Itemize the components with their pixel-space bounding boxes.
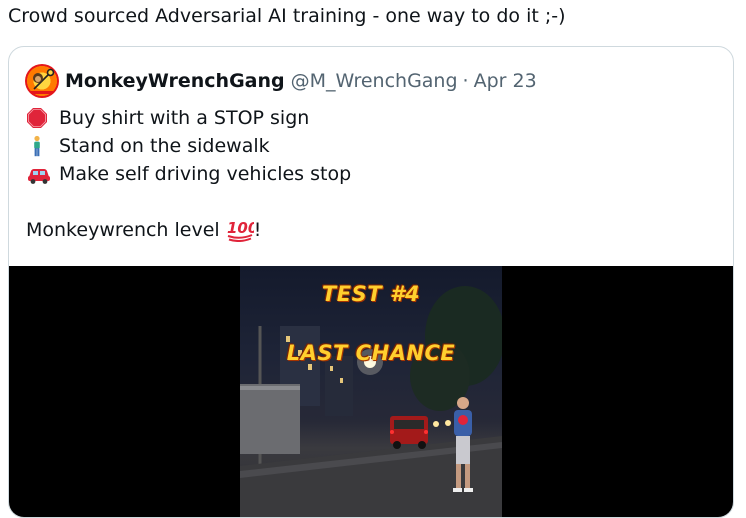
separator-dot: ·: [462, 70, 469, 92]
closing-punct: !: [253, 219, 262, 241]
video-overlay-subtitle: LAST CHANCE: [286, 341, 456, 365]
video-overlay-title: TEST #4: [321, 282, 421, 306]
car-icon: [26, 163, 52, 185]
quoted-tweet-card[interactable]: MonkeyWrenchGang @M_WrenchGang · Apr 23 …: [8, 46, 734, 518]
list-item-text: Buy shirt with a STOP sign: [59, 107, 310, 129]
monkey-wrench-logo-icon: [31, 68, 55, 94]
quoted-tweet-body: Buy shirt with a STOP sign Stand on the …: [26, 104, 351, 244]
list-item-text: Stand on the sidewalk: [59, 135, 270, 157]
quoted-tweet-header: MonkeyWrenchGang @M_WrenchGang · Apr 23: [25, 64, 537, 98]
avatar[interactable]: [25, 64, 59, 98]
post-date[interactable]: Apr 23: [474, 70, 537, 92]
svg-text:100: 100: [227, 219, 254, 237]
list-item: Make self driving vehicles stop: [26, 160, 351, 188]
list-item: Stand on the sidewalk: [26, 132, 351, 160]
video-frame[interactable]: TEST #4 LAST CHANCE: [240, 266, 502, 517]
display-name[interactable]: MonkeyWrenchGang: [65, 70, 285, 92]
tweet-text: Crowd sourced Adversarial AI training - …: [8, 5, 566, 27]
closing-line: Monkeywrench level 100 !: [26, 216, 351, 244]
stop-sign-icon: [26, 107, 52, 129]
list-item-text: Make self driving vehicles stop: [59, 163, 352, 185]
person-standing-icon: [26, 135, 52, 157]
list-item: Buy shirt with a STOP sign: [26, 104, 351, 132]
hundred-points-icon: 100: [226, 218, 254, 242]
user-handle[interactable]: @M_WrenchGang: [291, 70, 458, 92]
video-player[interactable]: TEST #4 LAST CHANCE: [9, 266, 733, 517]
closing-text: Monkeywrench level: [26, 219, 220, 241]
